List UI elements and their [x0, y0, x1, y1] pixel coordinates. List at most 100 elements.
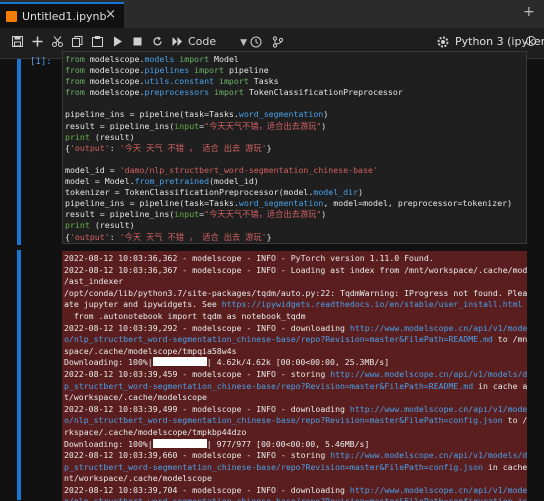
progress-bar [152, 357, 207, 367]
output-line: o/nlp_structbert_word-segmentation_chine… [64, 496, 527, 501]
code-token: model_id [65, 164, 110, 175]
code-line: result = pipeline_ins(input="今天天气不错，适合出去… [65, 209, 526, 220]
output-line: 2022-08-12 10:03:39,499 - modelscope - I… [64, 404, 527, 416]
run-icon[interactable] [109, 33, 125, 47]
code-token: (model_id) [209, 176, 259, 187]
code-token: from [65, 54, 90, 64]
code-token: ) [358, 187, 364, 198]
code-token: model, preprocessor [363, 198, 458, 209]
code-token: input [174, 120, 200, 131]
code-token: pipeline_ins( [109, 209, 175, 220]
code-line: pipeline_ins = pipeline(task=Tasks.word_… [65, 198, 526, 209]
code-token: (result) [94, 220, 135, 231]
code-token: "今天天气不错，适合出去游玩" [204, 120, 322, 131]
output-text-span: | 977/977 [00:00<00:00, 5.46MB/s] [206, 438, 370, 449]
code-line: print (result) [65, 220, 526, 231]
code-token: model_dir [313, 187, 359, 198]
output-text-span: Downloading: 100%| [64, 357, 153, 368]
output-text-span: in cache at /mn [478, 380, 527, 391]
output-text-span: to /mnt/work [497, 334, 527, 345]
code-text[interactable]: from modelscope.models import Model from … [65, 54, 526, 243]
output-link[interactable]: o/nlp_structbert_word-segmentation_chine… [64, 415, 503, 425]
output-link[interactable]: http://www.modelscope.cn/api/v1/models/d… [350, 323, 527, 333]
output-text-span: from .autonotebook import tqdm as notebo… [64, 310, 306, 321]
stop-icon[interactable] [129, 33, 145, 47]
code-token: pipeline_ins [65, 198, 130, 209]
output-collapse-bar[interactable] [17, 250, 21, 500]
code-token: TokenClassificationPreprocessor [248, 87, 403, 98]
output-link[interactable]: http://www.modelscope.cn/api/v1/models/d… [350, 485, 527, 495]
code-token: = [129, 198, 140, 209]
code-token: 'damo/nlp_structbert_word-segmentation_c… [119, 164, 378, 175]
output-text: 2022-08-12 10:03:36,362 - modelscope - I… [64, 253, 527, 501]
output-text-span: space/.cache/modelscope/tmpqia58w4s [64, 345, 237, 356]
code-token: pipeline(task [139, 198, 205, 209]
code-token: TokenClassificationPreprocessor(model. [124, 187, 314, 198]
copy-icon[interactable] [69, 33, 85, 47]
run-all-icon[interactable] [169, 33, 185, 47]
save-icon[interactable] [9, 33, 25, 47]
code-token: tokenizer) [462, 198, 513, 209]
code-token: modelscope. [89, 54, 145, 64]
code-token: (result) [94, 131, 135, 142]
cell-type-select[interactable]: Code ▼ [188, 33, 247, 52]
output-link[interactable]: http://www.modelscope.cn/api/v1/models/d… [350, 404, 527, 414]
output-line: p_structbert_word-segmentation_chinese-b… [64, 462, 527, 474]
code-line: tokenizer = TokenClassificationPreproces… [65, 187, 526, 198]
new-tab-button[interactable]: + [523, 4, 535, 20]
output-text-span: | 4.62k/4.62k [00:00<00:00, 25.3MB/s] [206, 357, 390, 368]
git-icon[interactable] [270, 33, 286, 48]
output-link[interactable]: p_structbert_word-segmentation_chinese-b… [64, 462, 483, 472]
settings-icon[interactable] [436, 35, 450, 49]
code-token: modelscope. [89, 76, 145, 87]
output-line: /opt/conda/lib/python3.7/site-packages/t… [64, 288, 527, 300]
code-token: pipeline_ins( [109, 120, 175, 131]
code-token: ) [321, 209, 327, 220]
code-token: Tasks. [209, 109, 239, 120]
output-link[interactable]: http://www.modelscope.cn/api/v1/models/d… [330, 369, 527, 379]
code-line: from modelscope.models import Model [65, 54, 526, 65]
cut-icon[interactable] [49, 33, 65, 47]
notebook-icon [6, 10, 17, 22]
history-icon[interactable] [248, 33, 264, 48]
code-token: print [65, 131, 95, 142]
code-line: from modelscope.pipelines import pipelin… [65, 65, 526, 76]
code-token: from_pretrained [134, 176, 210, 187]
output-link[interactable]: o/nlp_structbert_word-segmentation_chine… [64, 334, 493, 344]
close-icon[interactable]: × [105, 7, 116, 22]
output-line: o/nlp_structbert_word-segmentation_chine… [64, 415, 527, 427]
code-line: model_id = 'damo/nlp_structbert_word-seg… [65, 165, 526, 176]
code-line: model = Model.from_pretrained(model_id) [65, 176, 526, 187]
code-token: ) [323, 109, 329, 120]
code-token: import [189, 65, 229, 76]
code-line: result = pipeline_ins(input="今天天气不错，适合出去… [65, 121, 526, 132]
tab-untitled1[interactable]: Untitled1.ipynb × [0, 2, 124, 28]
code-token: Model [214, 54, 239, 64]
code-token: : [109, 231, 120, 242]
output-link[interactable]: p_structbert_word-segmentation_chinese-b… [64, 381, 473, 391]
code-token: '今天 天气 不错 ， 适合 出去 游玩' [119, 231, 267, 242]
code-editor[interactable]: from modelscope.models import Model from … [62, 51, 527, 244]
paste-icon[interactable] [89, 33, 105, 47]
output-line: 2022-08-12 10:03:39,660 - modelscope - I… [64, 450, 527, 462]
notebook-content: [1]: from modelscope.models import Model… [0, 51, 544, 501]
output-link[interactable]: http://www.modelscope.cn/api/v1/models/d… [330, 450, 527, 460]
code-line: from modelscope.preprocessors import Tok… [65, 87, 526, 98]
code-token: , model [323, 198, 359, 209]
tab-bar: Untitled1.ipynb × + [0, 0, 544, 29]
output-text-span: /opt/conda/lib/python3.7/site-packages/t… [64, 287, 527, 298]
code-token: Tasks. [209, 198, 239, 209]
code-token: from [65, 76, 90, 87]
output-link[interactable]: https://ipywidgets.readthedocs.io/en/sta… [222, 299, 523, 309]
restart-icon[interactable] [149, 33, 165, 47]
add-cell-icon[interactable] [29, 33, 45, 47]
execution-count: [1]: [30, 57, 52, 67]
code-token: import [174, 54, 215, 64]
output-link[interactable]: o/nlp_structbert_word-segmentation_chine… [64, 496, 527, 501]
output-text-span: 2022-08-12 10:03:36,362 - modelscope - I… [64, 253, 434, 263]
output-line: nt/workspace/.cache/modelscope [64, 473, 527, 485]
code-token: modelscope. [89, 65, 145, 76]
code-line: {'output': '今天 天气 不错 ， 适合 出去 游玩'} [65, 232, 526, 243]
